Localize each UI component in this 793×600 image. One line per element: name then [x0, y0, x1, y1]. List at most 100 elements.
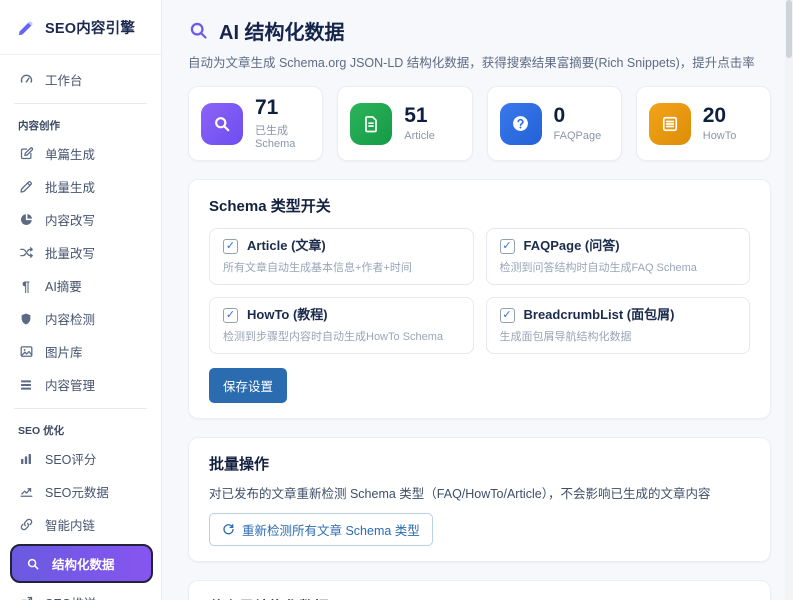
toggle-desc: 所有文章自动生成基本信息+作者+时间 — [223, 262, 412, 275]
schema-switches-card: Schema 类型开关 Article (文章) 所有文章自动生成基本信息+作者… — [188, 179, 771, 420]
stat-label: FAQPage — [553, 130, 602, 143]
sidebar-item-smart-links[interactable]: 智能内链 — [0, 508, 161, 541]
sidebar-item-label: AI摘要 — [45, 280, 82, 294]
batch-title: 批量操作 — [209, 456, 270, 474]
sidebar-item-label: 工作台 — [45, 74, 83, 88]
sidebar-item-label: 内容管理 — [45, 379, 96, 393]
toggle-faqpage: FAQPage (问答) 检测到问答结构时自动生成FAQ Schema — [485, 228, 750, 286]
stat-value: 20 — [702, 104, 727, 127]
stat-card-schema: 71 已生成Schema — [188, 86, 324, 162]
search-icon — [25, 557, 41, 571]
gauge-icon — [18, 72, 34, 87]
question-icon — [499, 102, 542, 145]
sidebar-item-workspace[interactable]: 工作台 — [0, 63, 161, 96]
sidebar-item-label: 图片库 — [45, 346, 83, 360]
howto-list-icon — [648, 102, 691, 145]
schema-switches-title: Schema 类型开关 — [209, 198, 331, 216]
app-logo[interactable]: SEO内容引擎 — [0, 0, 161, 55]
pilcrow-icon: ¶ — [22, 277, 30, 294]
sidebar-item-label: SEO评分 — [45, 453, 97, 467]
sidebar-item-single-generate[interactable]: 单篇生成 — [0, 137, 161, 170]
redetect-schema-button[interactable]: 重新检测所有文章 Schema 类型 — [209, 513, 433, 547]
stat-label: 已生成Schema — [255, 125, 296, 151]
page-title: AI 结构化数据 — [219, 22, 345, 44]
toggle-desc: 检测到问答结构时自动生成FAQ Schema — [499, 262, 697, 275]
toggle-label: Article (文章) — [247, 238, 326, 254]
save-settings-button[interactable]: 保存设置 — [209, 368, 288, 404]
sidebar-item-content-manage[interactable]: 内容管理 — [0, 368, 161, 401]
bar-chart-icon — [18, 452, 34, 466]
sidebar-nav: 工作台 内容创作 单篇生成 批量生成 内容改写 批量改写 ¶ AI摘要 内容检测… — [0, 55, 161, 600]
page-title-row: AI 结构化数据 — [188, 16, 771, 45]
sidebar-item-label: 批量改写 — [45, 247, 96, 261]
sidebar-item-batch-rewrite[interactable]: 批量改写 — [0, 236, 161, 269]
file-icon — [350, 102, 393, 145]
shield-icon — [18, 312, 34, 326]
shuffle-icon — [18, 245, 34, 260]
share-icon — [18, 595, 34, 600]
divider — [14, 103, 147, 104]
redetect-schema-label: 重新检测所有文章 Schema 类型 — [242, 524, 420, 539]
about-structured-data-card: 什么是结构化数据? 结构化数据(Structured Data)是一种让搜索引擎… — [188, 580, 771, 600]
sidebar-item-content-rewrite[interactable]: 内容改写 — [0, 203, 161, 236]
pencil-icon — [18, 179, 34, 194]
sidebar-item-structured-data[interactable]: 结构化数据 — [10, 544, 153, 583]
search-icon — [201, 102, 243, 145]
stat-card-howto: 20 HowTo — [635, 86, 771, 162]
toggle-desc: 生成面包屑导航结构化数据 — [499, 331, 632, 344]
stat-card-faqpage: 0 FAQPage — [486, 86, 622, 162]
sidebar-item-content-check[interactable]: 内容检测 — [0, 302, 161, 335]
checkbox-checked-icon[interactable] — [223, 238, 238, 254]
section-label-seo: SEO 优化 — [18, 425, 65, 437]
section-label-content: 内容创作 — [18, 120, 60, 132]
checkbox-checked-icon[interactable] — [223, 307, 238, 323]
page-subtitle: 自动为文章生成 Schema.org JSON-LD 结构化数据，获得搜索结果富… — [188, 56, 755, 70]
sidebar-item-seo-push[interactable]: SEO推送 — [0, 586, 161, 600]
batch-desc: 对已发布的文章重新检测 Schema 类型（FAQ/HowTo/Article）… — [209, 487, 711, 502]
toggle-article: Article (文章) 所有文章自动生成基本信息+作者+时间 — [209, 228, 474, 286]
sidebar-item-label: 内容改写 — [45, 214, 96, 228]
stat-label: HowTo — [702, 130, 737, 143]
checkbox-checked-icon[interactable] — [499, 307, 515, 323]
batch-operations-card: 批量操作 对已发布的文章重新检测 Schema 类型（FAQ/HowTo/Art… — [188, 437, 771, 563]
line-chart-icon — [18, 484, 34, 499]
toggle-label: FAQPage (问答) — [523, 238, 620, 254]
stat-card-article: 51 Article — [337, 86, 473, 162]
sidebar-item-label: SEO推送 — [45, 593, 96, 600]
image-icon — [18, 344, 34, 359]
stat-value: 51 — [404, 104, 428, 127]
main-content: AI 结构化数据 自动为文章生成 Schema.org JSON-LD 结构化数… — [162, 0, 793, 600]
sidebar-item-seo-metadata[interactable]: SEO元数据 — [0, 475, 161, 508]
sidebar-item-label: 批量生成 — [45, 181, 96, 195]
sidebar-item-seo-score[interactable]: SEO评分 — [0, 442, 161, 475]
sidebar-item-label: SEO元数据 — [45, 486, 109, 500]
sidebar-item-batch-generate[interactable]: 批量生成 — [0, 170, 161, 203]
sidebar-item-label: 单篇生成 — [45, 148, 96, 162]
sidebar-item-label: 结构化数据 — [52, 558, 115, 572]
pencil-icon — [17, 18, 36, 37]
stats-row: 71 已生成Schema 51 Article 0 FAQPage 20 How… — [188, 86, 771, 162]
stat-label: Article — [404, 130, 435, 143]
link-icon — [18, 517, 34, 532]
toggle-howto: HowTo (教程) 检测到步骤型内容时自动生成HowTo Schema — [209, 297, 474, 355]
checkbox-checked-icon[interactable] — [499, 238, 515, 254]
toggle-label: HowTo (教程) — [247, 307, 328, 323]
toggle-label: BreadcrumbList (面包屑) — [523, 307, 675, 323]
sidebar-item-label: 智能内链 — [45, 519, 96, 533]
scrollbar-track[interactable] — [785, 0, 793, 600]
sidebar-item-image-library[interactable]: 图片库 — [0, 335, 161, 368]
scrollbar-thumb[interactable] — [786, 0, 792, 58]
about-title: 什么是结构化数据? — [209, 596, 750, 600]
refresh-icon — [222, 523, 235, 536]
sidebar-item-label: 内容检测 — [45, 313, 96, 327]
toggle-breadcrumblist: BreadcrumbList (面包屑) 生成面包屑导航结构化数据 — [485, 297, 750, 355]
stat-value: 71 — [255, 96, 279, 119]
divider — [14, 408, 147, 409]
toggle-desc: 检测到步骤型内容时自动生成HowTo Schema — [223, 331, 444, 344]
pie-icon — [18, 212, 34, 227]
sidebar-item-ai-summary[interactable]: ¶ AI摘要 — [0, 269, 161, 302]
stat-value: 0 — [553, 104, 566, 127]
list-icon — [18, 378, 34, 392]
pen-square-icon — [18, 146, 34, 161]
app-title: SEO内容引擎 — [45, 20, 136, 37]
